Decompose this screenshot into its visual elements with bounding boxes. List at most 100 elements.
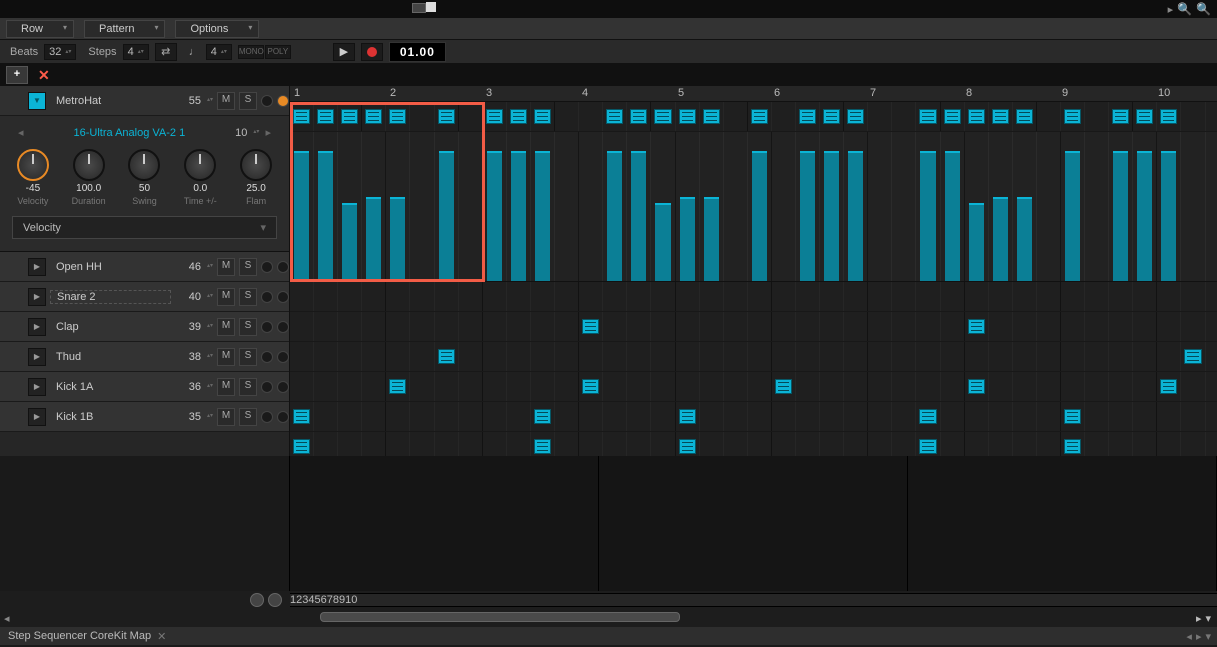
step-cell[interactable] [1061,402,1085,431]
solo-button[interactable]: S [239,378,257,396]
footer-tab-label[interactable]: Step Sequencer CoreKit Map [8,630,151,642]
velocity-bar[interactable] [511,151,526,281]
step-cell[interactable] [796,102,820,131]
step-cell[interactable] [844,282,868,311]
step-cell[interactable] [989,282,1013,311]
chevron-left-icon[interactable]: ◂ [18,126,24,139]
velocity-bar[interactable] [1065,151,1080,281]
step-cell[interactable] [772,312,796,341]
step-cell[interactable] [1013,432,1037,456]
arm-dot[interactable] [277,381,289,393]
step-cell[interactable] [1181,282,1205,311]
knob-velocity[interactable]: -45Velocity [12,149,54,206]
step-cell[interactable] [435,312,459,341]
step-cell[interactable] [290,342,314,371]
step-note[interactable] [606,109,623,124]
step-cell[interactable] [1181,402,1205,431]
step-cell[interactable] [676,282,700,311]
step-cell[interactable] [410,282,434,311]
step-cell[interactable] [338,342,362,371]
step-cell[interactable] [651,402,675,431]
step-note[interactable] [919,409,936,424]
close-tab-icon[interactable]: ✕ [157,630,166,643]
step-note[interactable] [679,439,696,454]
step-note[interactable] [534,409,551,424]
step-cell[interactable] [362,372,386,401]
globe-icon[interactable] [268,593,282,607]
step-cell[interactable] [748,432,772,456]
step-note[interactable] [438,109,455,124]
step-cell[interactable] [1037,102,1061,131]
velocity-cell[interactable] [989,132,1013,281]
step-cell[interactable] [627,312,651,341]
step-cell[interactable] [579,372,603,401]
step-note[interactable] [703,109,720,124]
step-cell[interactable] [410,342,434,371]
step-note[interactable] [534,109,551,124]
step-note[interactable] [992,109,1009,124]
step-cell[interactable] [772,102,796,131]
step-cell[interactable] [676,372,700,401]
velocity-cell[interactable] [820,132,844,281]
step-note[interactable] [654,109,671,124]
velocity-bar[interactable] [1137,151,1152,281]
step-cell[interactable] [531,402,555,431]
velocity-bar[interactable] [535,151,550,281]
velocity-bar[interactable] [631,151,646,281]
step-note[interactable] [1064,109,1081,124]
step-note[interactable] [919,109,936,124]
velocity-bar[interactable] [1161,151,1176,281]
step-cell[interactable] [820,402,844,431]
velocity-bar[interactable] [920,151,935,281]
step-cell[interactable] [435,102,459,131]
velocity-cell[interactable] [748,132,772,281]
step-cell[interactable] [1061,102,1085,131]
mute-button[interactable]: M [217,378,235,396]
step-note[interactable] [582,379,599,394]
step-cell[interactable] [603,282,627,311]
solo-button[interactable]: S [239,258,257,276]
mute-button[interactable]: M [217,258,235,276]
step-cell[interactable] [965,312,989,341]
step-cell[interactable] [989,312,1013,341]
velocity-cell[interactable] [1157,132,1181,281]
step-cell[interactable] [410,102,434,131]
step-cell[interactable] [459,402,483,431]
velocity-cell[interactable] [362,132,386,281]
velocity-cell[interactable] [724,132,748,281]
step-cell[interactable] [651,312,675,341]
step-cell[interactable] [820,342,844,371]
step-note[interactable] [630,109,647,124]
velocity-cell[interactable] [579,132,603,281]
step-cell[interactable] [796,342,820,371]
step-cell[interactable] [1109,402,1133,431]
step-cell[interactable] [507,372,531,401]
step-cell[interactable] [483,312,507,341]
step-cell[interactable] [772,432,796,456]
step-cell[interactable] [989,342,1013,371]
velocity-cell[interactable] [1133,132,1157,281]
step-cell[interactable] [724,432,748,456]
step-note[interactable] [438,349,455,364]
step-cell[interactable] [989,432,1013,456]
step-note[interactable] [775,379,792,394]
step-cell[interactable] [531,282,555,311]
preset-name[interactable]: 16-Ultra Analog VA-2 1 [74,127,186,139]
step-cell[interactable] [892,312,916,341]
step-cell[interactable] [459,372,483,401]
step-cell[interactable] [603,402,627,431]
step-cell[interactable] [1085,372,1109,401]
step-cell[interactable] [362,402,386,431]
step-cell[interactable] [965,102,989,131]
step-cell[interactable] [1061,342,1085,371]
velocity-lane[interactable] [290,132,1217,282]
track-channel[interactable]: 36 [175,381,203,393]
arm-dot[interactable] [277,351,289,363]
step-cell[interactable] [555,432,579,456]
step-cell[interactable] [916,402,940,431]
step-cell[interactable] [724,342,748,371]
step-grid[interactable]: 12345678910 [290,86,1217,456]
step-cell[interactable] [916,342,940,371]
solo-button[interactable]: S [239,408,257,426]
step-cell[interactable] [844,312,868,341]
